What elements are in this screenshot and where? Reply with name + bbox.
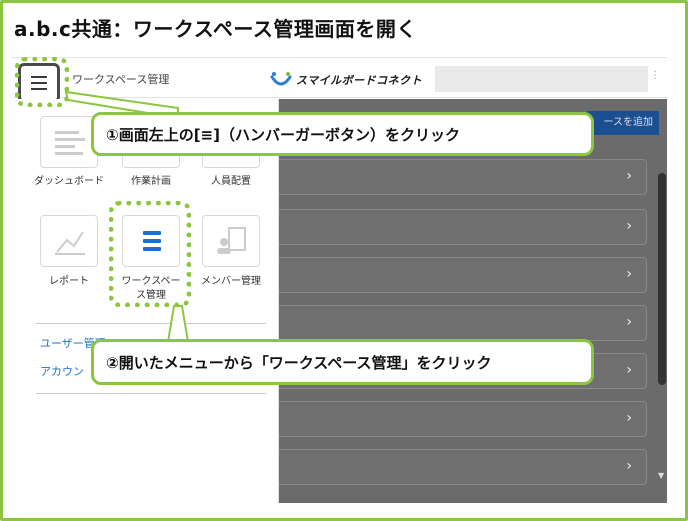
highlight-workspace-tile: [109, 201, 191, 307]
chevron-right-icon: ›: [626, 458, 632, 474]
tile-member-management[interactable]: [202, 215, 260, 267]
chevron-right-icon: ›: [626, 410, 632, 426]
highlight-hamburger: [15, 57, 69, 107]
report-icon: [55, 231, 85, 255]
member-icon: [217, 227, 246, 254]
tile-label-work-plan: 作業計画: [131, 176, 171, 187]
workspace-row[interactable]: ›: [279, 257, 647, 293]
workspace-row[interactable]: ›: [279, 209, 647, 245]
link-account[interactable]: アカウン: [40, 363, 84, 379]
tile-dashboard[interactable]: [40, 116, 98, 168]
chevron-right-icon: ›: [626, 266, 632, 282]
tile-label-staffing: 人員配置: [211, 176, 251, 187]
chevron-right-icon: ›: [626, 314, 632, 330]
more-icon[interactable]: ⋮: [650, 70, 660, 81]
smile-logo-icon: [270, 71, 292, 89]
workspace-row[interactable]: ›: [279, 305, 647, 341]
chevron-right-icon: ›: [626, 362, 632, 378]
chevron-right-icon: ›: [626, 168, 632, 184]
app-title: ワークスペース管理: [72, 73, 170, 86]
account-area[interactable]: [435, 66, 648, 92]
top-bar: ワークスペース管理 スマイルボードコネクト ⋮: [12, 58, 667, 103]
menu-divider: [36, 393, 266, 394]
menu-divider: [36, 323, 266, 324]
tile-label-report: レポート: [49, 276, 89, 287]
workspace-list-overlay: ースを追加 › › › › › › › ▼: [279, 99, 667, 503]
tile-report[interactable]: [40, 215, 98, 267]
chevron-right-icon: ›: [626, 218, 632, 234]
tile-label-dashboard: ダッシュボード: [34, 176, 104, 187]
scroll-down-icon[interactable]: ▼: [658, 471, 664, 480]
brand-name: スマイルボードコネクト: [296, 74, 423, 87]
tile-label-member-management: メンバー管理: [201, 276, 261, 287]
callout-step1: ①画面左上の[≡]（ハンバーガーボタン）をクリック: [91, 112, 594, 156]
add-workspace-button[interactable]: ースを追加: [587, 111, 659, 135]
workspace-row[interactable]: ›: [279, 449, 647, 485]
callout-step2: ②開いたメニューから「ワークスペース管理」をクリック: [91, 339, 594, 385]
brand-logo[interactable]: スマイルボードコネクト: [270, 69, 422, 91]
workspace-row[interactable]: ›: [279, 159, 647, 195]
workspace-row[interactable]: ›: [279, 401, 647, 437]
page-heading: a.b.c共通：ワークスペース管理画面を開く: [14, 17, 417, 41]
scrollbar[interactable]: [658, 173, 666, 385]
